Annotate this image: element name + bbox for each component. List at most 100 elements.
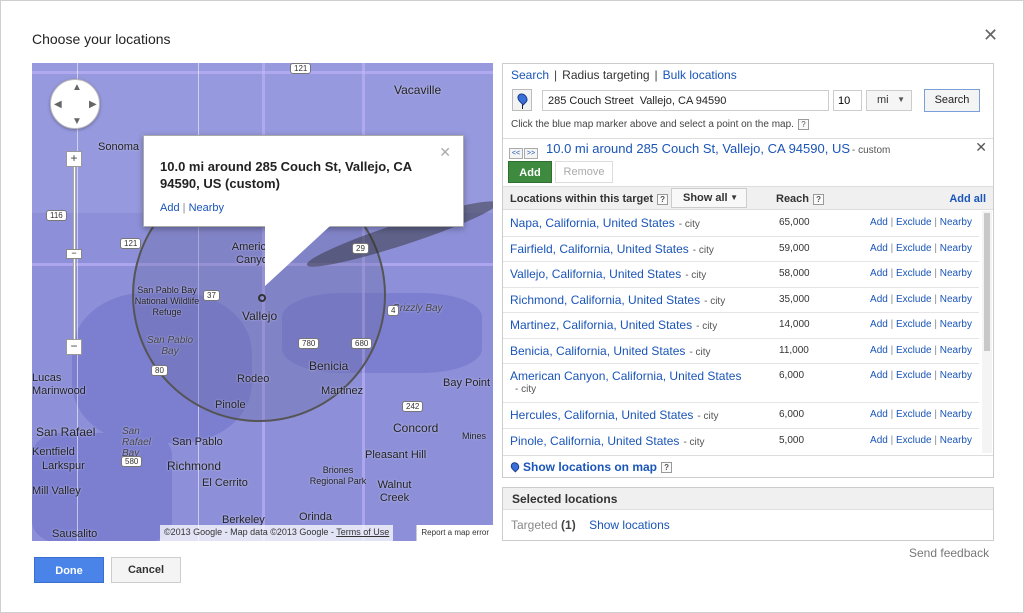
close-dialog-icon[interactable]: ✕ [983,25,998,46]
location-kind: - city [678,219,700,230]
target-title-text[interactable]: 10.0 mi around 285 Couch St, Vallejo, CA… [546,141,850,156]
row-nearby-link[interactable]: Nearby [940,319,972,330]
send-feedback-link[interactable]: Send feedback [909,546,989,560]
row-exclude-link[interactable]: Exclude [896,268,932,279]
row-exclude-link[interactable]: Exclude [896,217,932,228]
prev-target-button[interactable]: << [509,148,523,159]
location-name-link[interactable]: Fairfield, California, United States [510,242,689,256]
report-map-error-link[interactable]: Report a map error [416,525,493,541]
remove-target-button[interactable]: Remove [555,161,613,183]
next-target-button[interactable]: >> [524,148,538,159]
row-add-link[interactable]: Add [870,217,888,228]
row-add-link[interactable]: Add [870,319,888,330]
row-exclude-link[interactable]: Exclude [896,294,932,305]
row-nearby-link[interactable]: Nearby [940,345,972,356]
tab-radius-targeting[interactable]: Radius targeting [562,68,649,82]
row-add-link[interactable]: Add [870,294,888,305]
radius-input[interactable] [833,90,862,111]
map-label: Pinole [215,399,246,411]
row-add-link[interactable]: Add [870,345,888,356]
help-icon[interactable]: ? [661,462,673,474]
pan-left-icon[interactable]: ◀ [54,99,62,110]
row-nearby-link[interactable]: Nearby [940,294,972,305]
row-nearby-link[interactable]: Nearby [940,435,972,446]
row-exclude-link[interactable]: Exclude [896,345,932,356]
locations-scrollbar[interactable] [982,211,992,453]
map-label: Vallejo [242,309,278,323]
row-exclude-link[interactable]: Exclude [896,243,932,254]
tab-search[interactable]: Search [511,68,549,82]
row-actions: Add | Exclude | Nearby [870,294,972,305]
location-row: Richmond, California, United States - cit… [503,288,979,313]
row-add-link[interactable]: Add [870,243,888,254]
row-nearby-link[interactable]: Nearby [940,243,972,254]
location-name-link[interactable]: Vallejo, California, United States [510,267,681,281]
map-marker-button[interactable] [512,89,532,111]
location-name-link[interactable]: Benicia, California, United States [510,344,685,358]
targeted-label: Targeted [511,518,558,532]
map-view[interactable]: Vacaville Sonoma American Canyon San Pab… [32,63,493,541]
show-on-map-label[interactable]: Show locations on map [523,460,657,474]
row-exclude-link[interactable]: Exclude [896,370,932,381]
remove-target-icon[interactable]: ✕ [975,139,987,156]
pan-right-icon[interactable]: ▶ [89,99,97,110]
infowindow-close-icon[interactable]: ✕ [439,144,451,161]
target-title[interactable]: 10.0 mi around 285 Couch St, Vallejo, CA… [546,141,890,156]
row-exclude-link[interactable]: Exclude [896,435,932,446]
row-add-link[interactable]: Add [870,409,888,420]
map-label: Concord [393,421,439,435]
row-add-link[interactable]: Add [870,435,888,446]
help-icon[interactable]: ? [797,119,809,130]
location-name-link[interactable]: Richmond, California, United States [510,293,700,307]
infowindow-add-link[interactable]: Add [160,202,180,214]
help-icon[interactable]: ? [813,193,825,205]
add-target-button[interactable]: Add [508,161,552,183]
map-label: El Cerrito [202,477,248,489]
row-add-link[interactable]: Add [870,370,888,381]
location-reach: 59,000 [779,242,810,254]
location-name-link[interactable]: Martinez, California, United States [510,318,692,332]
zoom-in-button[interactable]: + [66,151,82,167]
location-name-link[interactable]: Hercules, California, United States [510,408,693,422]
scrollbar-thumb[interactable] [984,213,990,351]
row-add-link[interactable]: Add [870,268,888,279]
location-name-link[interactable]: American Canyon, California, United Stat… [510,369,741,383]
row-nearby-link[interactable]: Nearby [940,370,972,381]
show-locations-on-map[interactable]: Show locations on map? [503,455,993,477]
infowindow-nearby-link[interactable]: Nearby [189,202,224,214]
done-button[interactable]: Done [34,557,104,583]
location-name-link[interactable]: Napa, California, United States [510,216,675,230]
location-name-link[interactable]: Pinole, California, United States [510,434,679,448]
address-input[interactable] [542,90,829,111]
unit-select[interactable]: mi ▼ [866,90,912,111]
map-pan-control[interactable]: ▲ ▼ ◀ ▶ [50,79,100,129]
show-locations-link[interactable]: Show locations [589,518,670,532]
zoom-out-button[interactable]: − [66,339,82,355]
search-button[interactable]: Search [924,89,980,112]
unit-select-value: mi [877,94,889,106]
row-exclude-link[interactable]: Exclude [896,319,932,330]
show-all-dropdown[interactable]: Show all ▼ [671,188,747,208]
terms-of-use-link[interactable]: Terms of Use [336,527,389,537]
highway-shield: 29 [352,243,369,254]
radius-center-marker[interactable] [258,294,266,302]
row-nearby-link[interactable]: Nearby [940,409,972,420]
help-icon[interactable]: ? [657,193,669,205]
map-label: San Pablo Bay National Wildlife Refuge [134,285,200,317]
add-all-link[interactable]: Add all [949,193,986,205]
map-label: Mill Valley [32,485,81,497]
link-separator: | [934,217,937,228]
row-nearby-link[interactable]: Nearby [940,268,972,279]
tab-bulk-locations[interactable]: Bulk locations [663,68,737,82]
target-navigation: << >> [509,144,539,159]
location-reach: 11,000 [779,344,809,356]
row-exclude-link[interactable]: Exclude [896,409,932,420]
pan-down-icon[interactable]: ▼ [72,116,82,127]
pan-up-icon[interactable]: ▲ [72,82,82,93]
map-infowindow: 10.0 mi around 285 Couch St, Vallejo, CA… [143,135,464,227]
location-row: Pinole, California, United States - city … [503,429,979,454]
zoom-slider-handle[interactable]: − [66,249,82,259]
row-nearby-link[interactable]: Nearby [940,217,972,228]
cancel-button[interactable]: Cancel [111,557,181,583]
map-pin-icon [508,460,522,473]
